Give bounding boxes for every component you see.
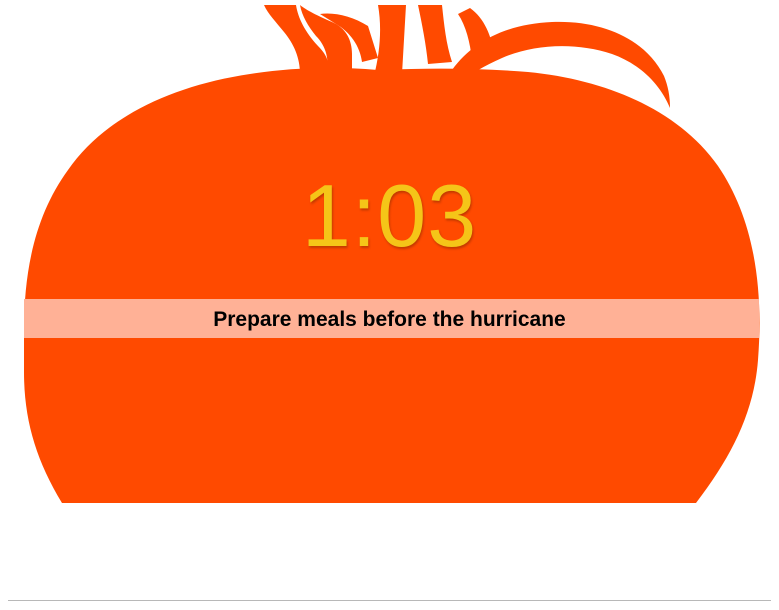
tomato-body: [24, 67, 760, 504]
task-label: Prepare meals before the hurricane: [213, 308, 566, 331]
divider: [8, 600, 771, 601]
timer-display: 1:03: [301, 166, 478, 265]
